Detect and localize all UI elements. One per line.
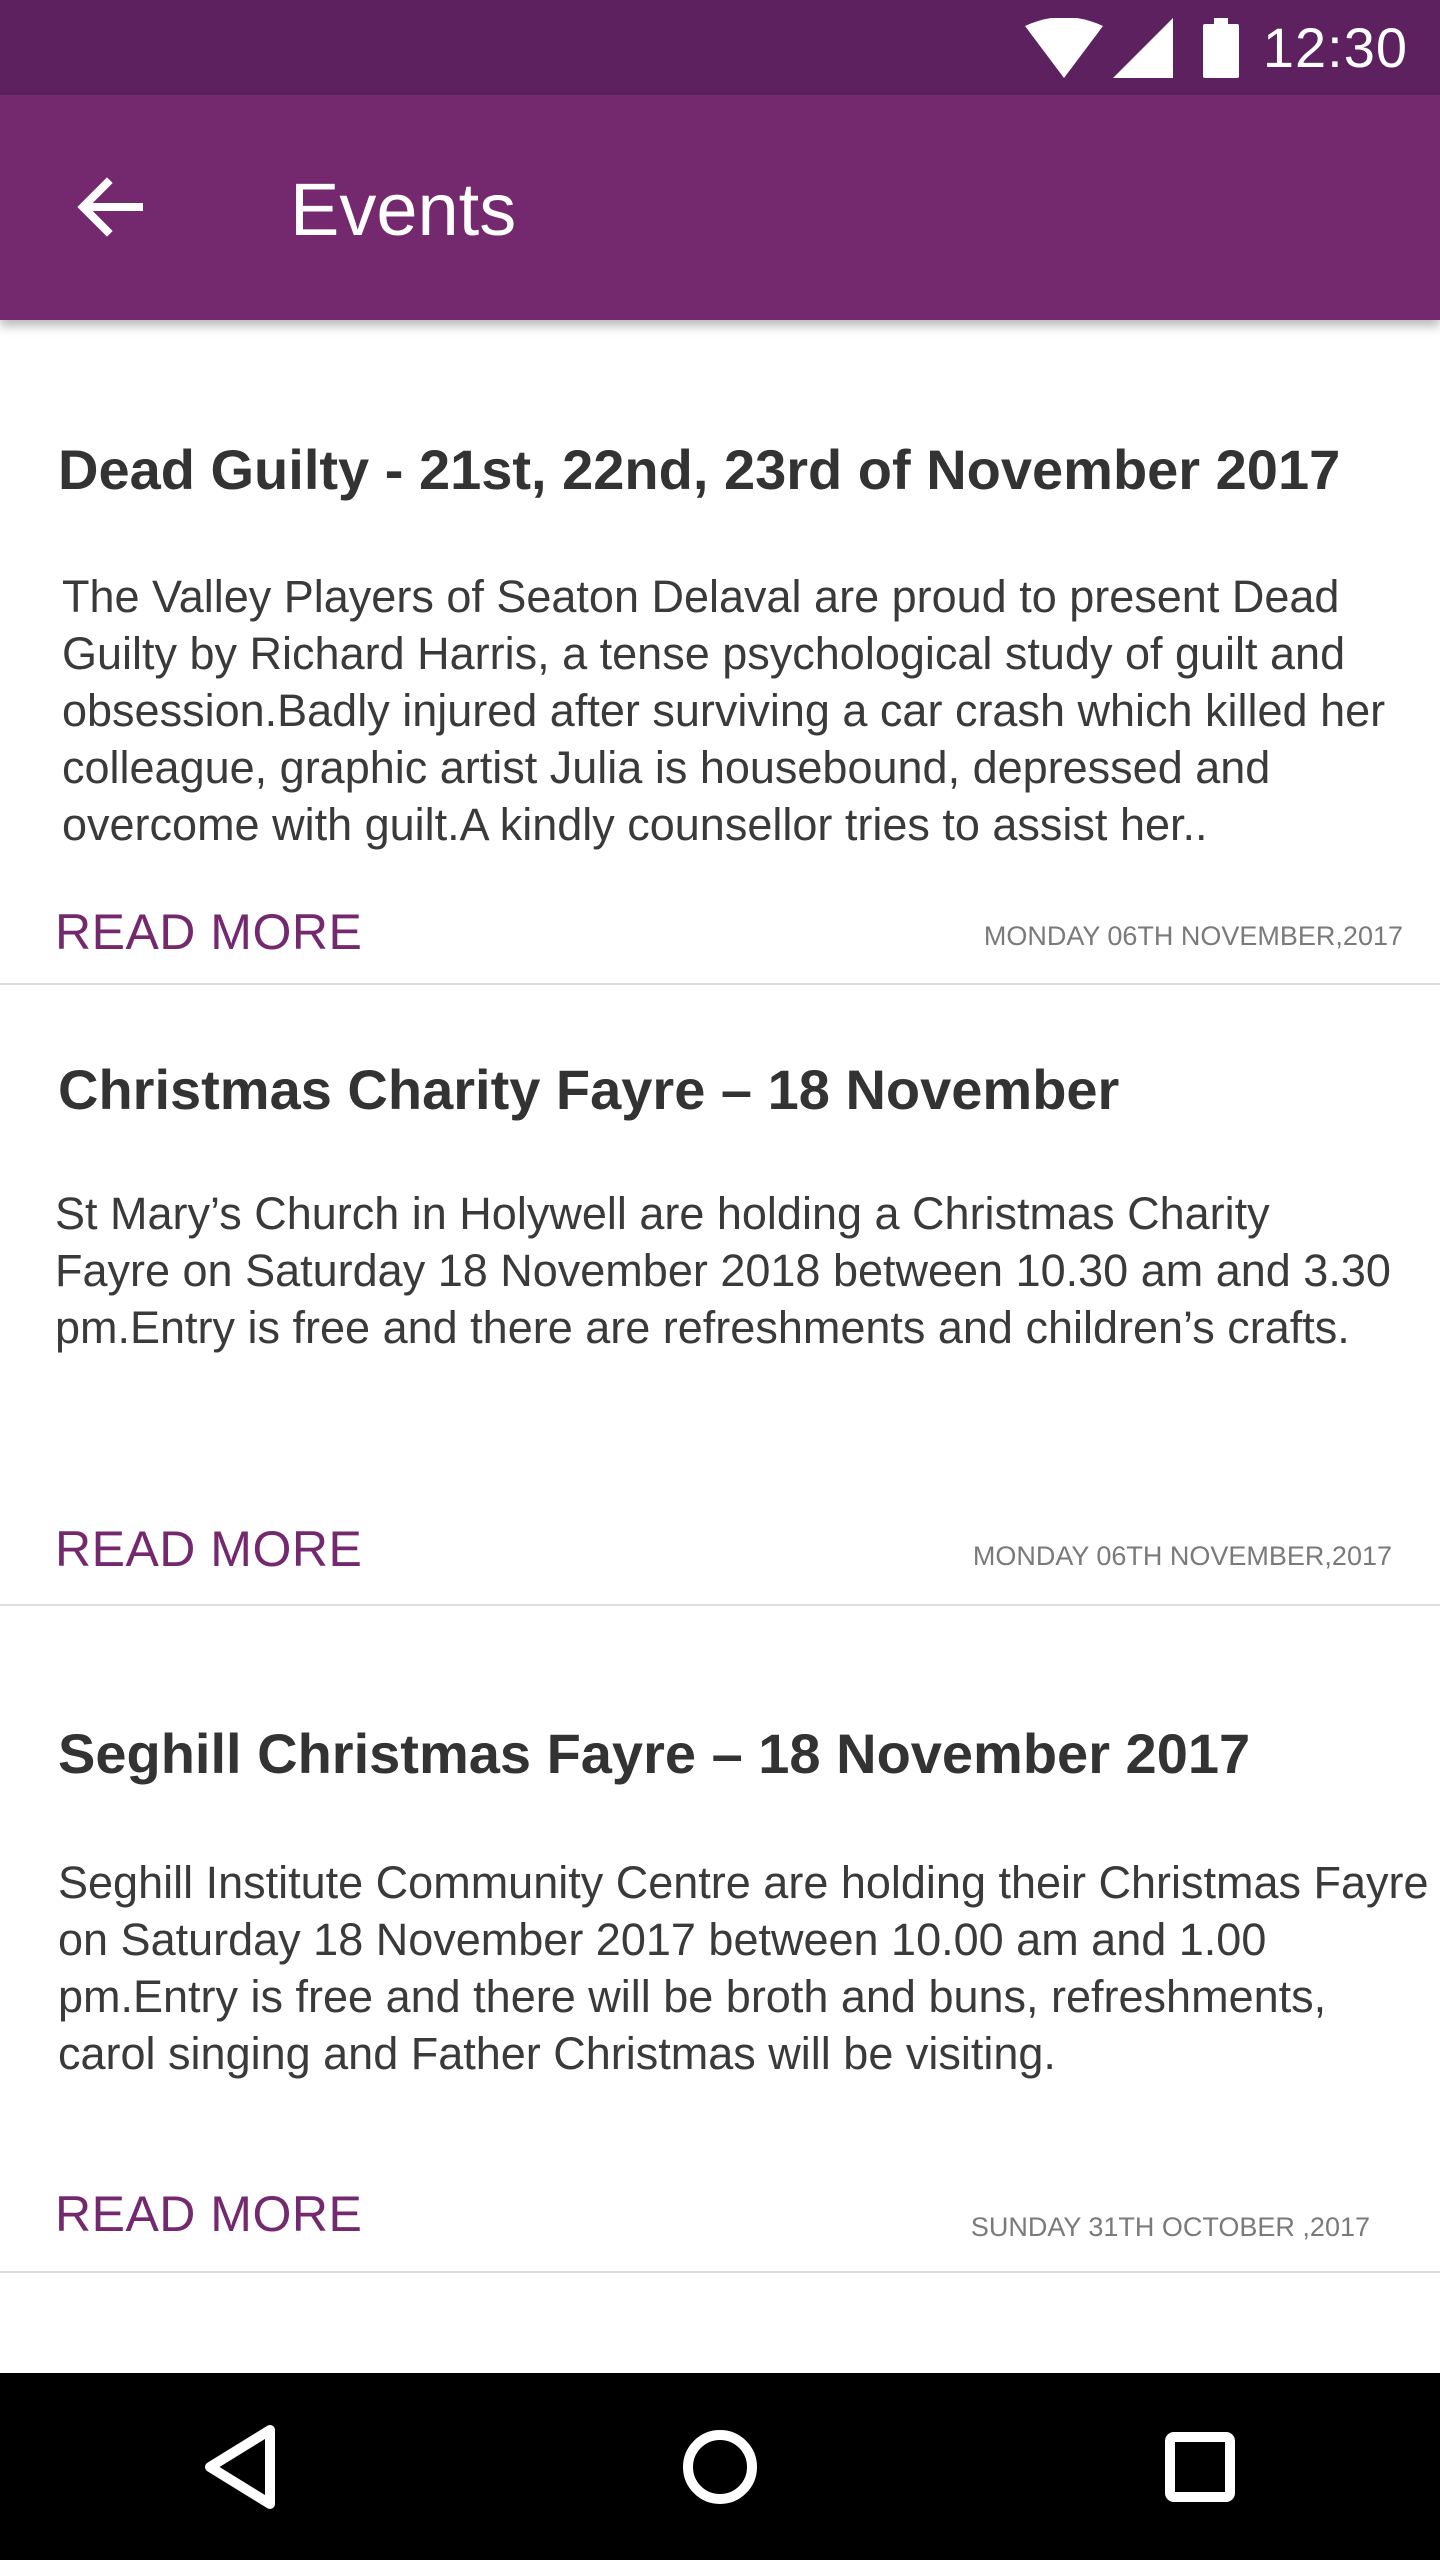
back-button[interactable] <box>60 157 160 257</box>
event-date: MONDAY 06TH NOVEMBER,2017 <box>983 921 1403 951</box>
status-time: 12:30 <box>1262 16 1408 79</box>
nav-home-button[interactable] <box>645 2392 795 2542</box>
event-description: Seghill Institute Community Centre are h… <box>58 1857 1429 2079</box>
home-circle-icon <box>683 2429 757 2504</box>
read-more-button[interactable]: READ MORE <box>55 2184 362 2244</box>
event-card: Dead Guilty - 21st, 22nd, 23rd of Novemb… <box>0 320 1440 985</box>
navigation-bar <box>0 2373 1440 2560</box>
wifi-icon <box>1024 17 1103 78</box>
event-date: MONDAY 06TH NOVEMBER,2017 <box>972 1541 1392 1571</box>
status-bar: 12:30 <box>0 0 1440 95</box>
page-title: Events <box>290 168 517 251</box>
event-card: Seghill Christmas Fayre – 18 November 20… <box>0 1606 1440 2273</box>
event-title[interactable]: Christmas Charity Fayre – 18 November <box>58 1055 1119 1125</box>
arrow-left-icon <box>77 177 143 237</box>
app-bar: Events <box>0 95 1440 320</box>
event-card: Christmas Charity Fayre – 18 November St… <box>0 985 1440 1606</box>
battery-icon <box>1202 17 1239 78</box>
read-more-button[interactable]: READ MORE <box>55 902 362 962</box>
event-date: SUNDAY 31TH OCTOBER ,2017 <box>970 2212 1370 2242</box>
event-title[interactable]: Dead Guilty - 21st, 22nd, 23rd of Novemb… <box>58 435 1340 505</box>
recents-square-icon <box>1165 2431 1235 2502</box>
event-description: The Valley Players of Seaton Delaval are… <box>62 571 1386 850</box>
signal-icon <box>1112 17 1173 78</box>
status-icons: 12:30 <box>1024 0 1408 95</box>
nav-recents-button[interactable] <box>1125 2392 1275 2542</box>
read-more-button[interactable]: READ MORE <box>55 1519 362 1579</box>
event-title[interactable]: Seghill Christmas Fayre – 18 November 20… <box>58 1719 1250 1789</box>
event-description: St Mary’s Church in Holywell are holding… <box>55 1188 1391 1353</box>
back-triangle-icon <box>205 2424 275 2509</box>
event-list: Dead Guilty - 21st, 22nd, 23rd of Novemb… <box>0 320 1440 2273</box>
nav-back-button[interactable] <box>165 2392 315 2542</box>
